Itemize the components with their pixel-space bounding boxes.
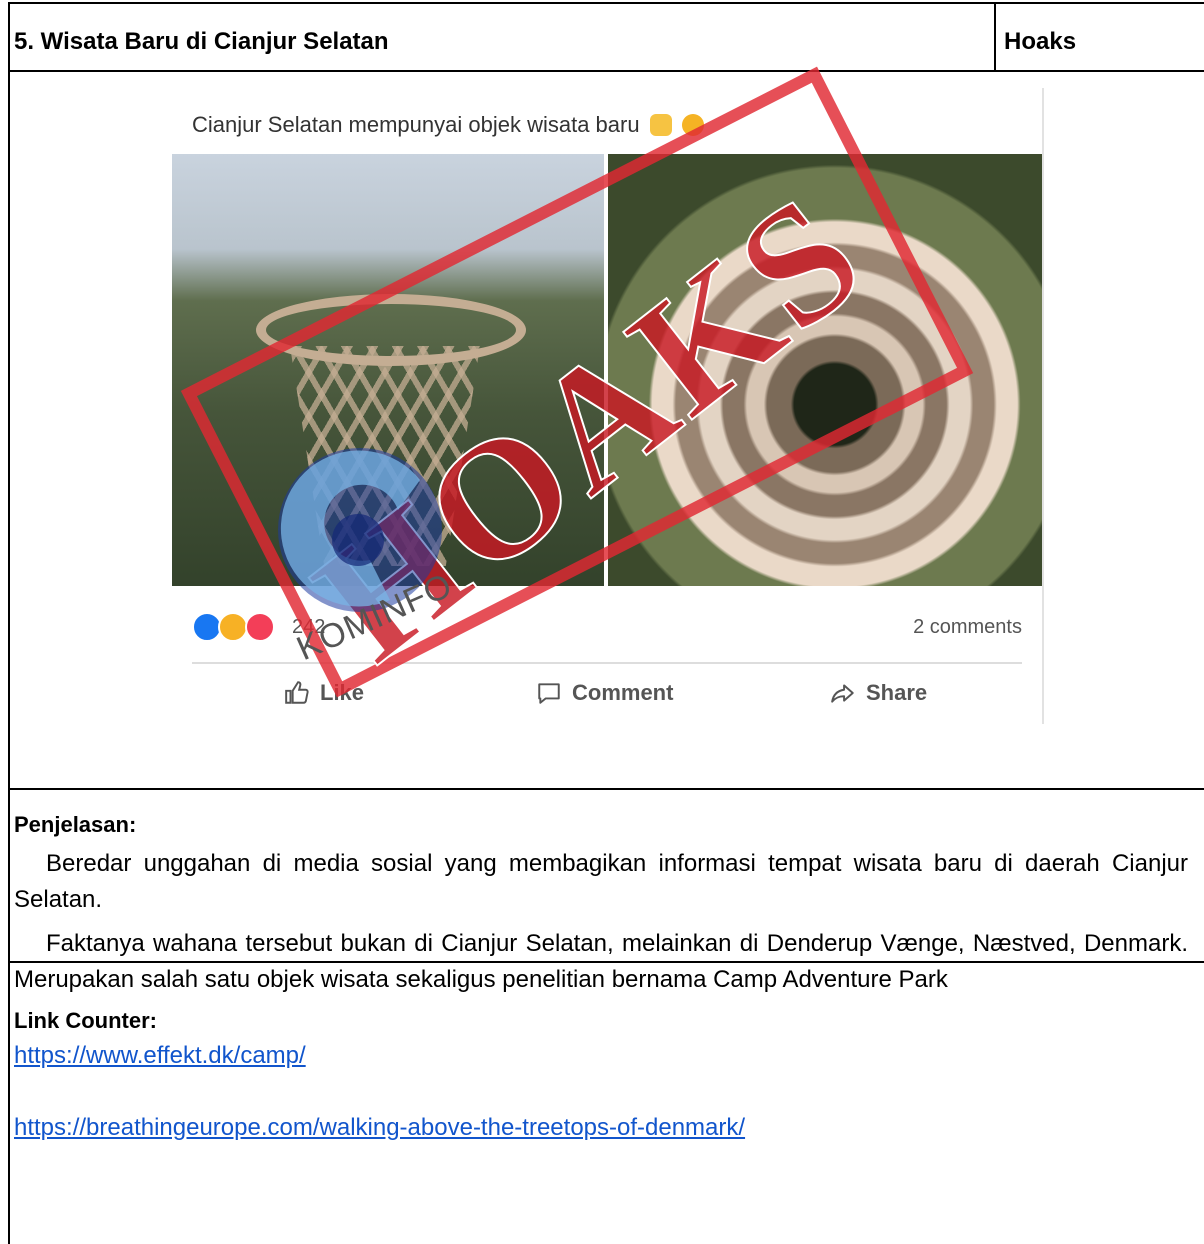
comment-icon [538,683,560,704]
row-border-2 [8,788,1204,790]
explanation-paragraph-2: Faktanya wahana tersebut bukan di Cianju… [14,930,1188,993]
explanation-paragraph-1: Beredar unggahan di media sosial yang me… [14,850,1188,913]
share-arrow-icon [831,684,854,703]
explanation-label: Penjelasan: [14,812,137,837]
wow-reaction-icon [218,612,249,642]
share-label: Share [866,680,928,705]
header-divider [994,2,996,72]
post-caption-text: Cianjur Selatan mempunyai objek wisata b… [192,112,640,137]
counter-link-2[interactable]: https://breathingeurope.com/walking-abov… [14,1114,745,1142]
post-border [1042,88,1044,724]
post-caption: Cianjur Selatan mempunyai objek wisata b… [192,112,704,138]
article-title: 5. Wisata Baru di Cianjur Selatan [14,28,389,55]
row-border-1 [8,70,1204,72]
comment-label: Comment [572,680,674,705]
share-button: Share [830,680,927,706]
thumbs-up-emoji-icon [649,114,672,136]
thumbs-up-icon [285,681,309,704]
status-label: Hoaks [1004,28,1077,55]
reaction-icons [192,612,275,642]
comment-button: Comment [536,680,673,706]
link-counter-label: Link Counter: [14,1008,157,1033]
comments-count: 2 comments [913,616,1022,638]
counter-link-1[interactable]: https://www.effekt.dk/camp/ [14,1042,306,1070]
